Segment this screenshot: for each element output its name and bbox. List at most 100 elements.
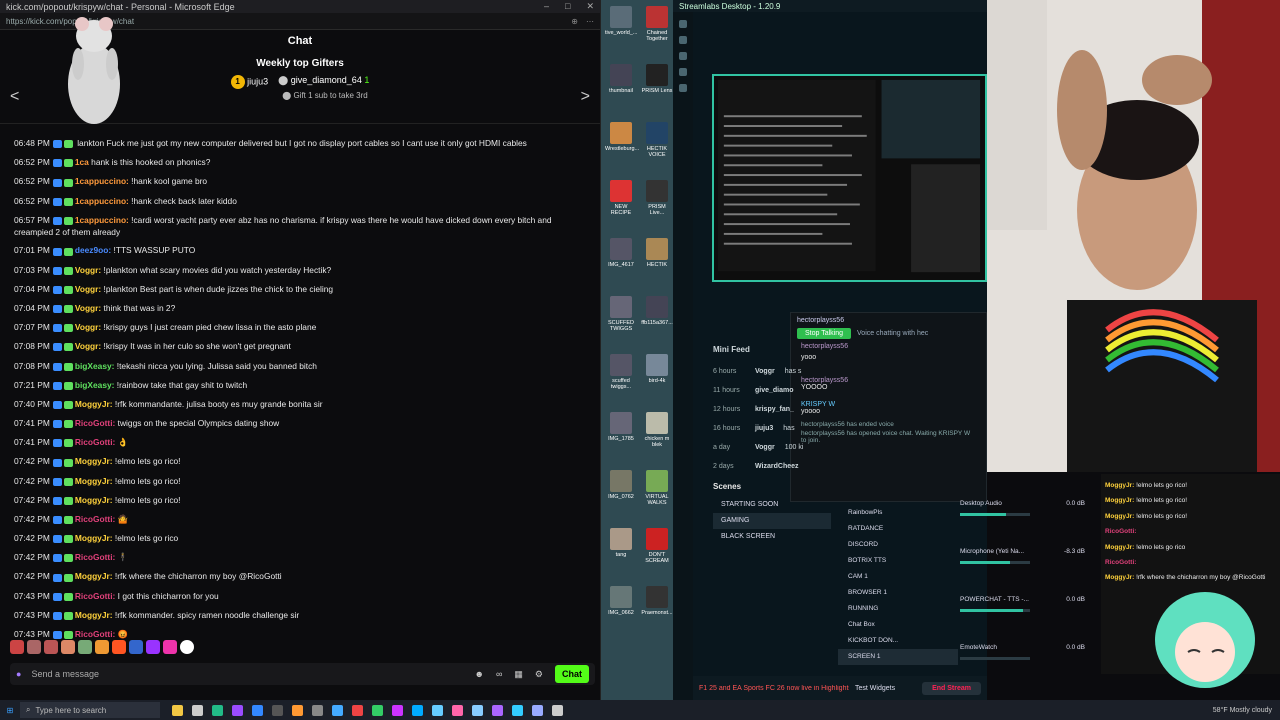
carousel-next-icon[interactable]: > bbox=[581, 88, 590, 106]
app-12-icon[interactable] bbox=[392, 704, 403, 716]
message-username[interactable]: MoggyJr: bbox=[75, 476, 113, 486]
app-17-icon[interactable] bbox=[492, 704, 503, 716]
emoji-icon[interactable]: ☻ bbox=[475, 669, 484, 679]
gifter-2[interactable]: ⬤ give_diamond_64 1 bbox=[278, 75, 369, 89]
message-username[interactable]: RicoGotti: bbox=[75, 437, 115, 447]
chat-message[interactable]: 07:41 PM RicoGotti: 👌 bbox=[14, 433, 601, 452]
app-8-icon[interactable] bbox=[312, 704, 323, 716]
feed-item[interactable]: a day Voggr 100 ki bbox=[713, 438, 988, 457]
message-username[interactable]: deez9oo: bbox=[75, 245, 111, 255]
source-item[interactable]: RUNNING bbox=[838, 601, 958, 617]
chat-message[interactable]: 06:52 PM 1ca hank is this hooked on phoni… bbox=[14, 153, 601, 172]
desktop-shortcut[interactable]: chicken m blek bbox=[641, 412, 673, 448]
volume-slider[interactable] bbox=[960, 561, 1030, 564]
chat-message[interactable]: 07:42 PM RicoGotti: 🤷 bbox=[14, 510, 601, 529]
chat-message[interactable]: 07:04 PM Voggr: !plankton Best part is wh… bbox=[14, 280, 601, 299]
emote-8-icon[interactable] bbox=[129, 640, 143, 654]
app-11-icon[interactable] bbox=[372, 704, 383, 716]
chat-message-list[interactable]: 06:48 PM lankton Fuck me just got my new… bbox=[0, 134, 601, 640]
message-username[interactable]: Voggr: bbox=[75, 322, 101, 332]
desktop-shortcut[interactable]: DON'T SCREAM bbox=[641, 528, 673, 564]
message-username[interactable]: bigXeasy: bbox=[75, 380, 115, 390]
source-item[interactable]: RATDANCE bbox=[838, 521, 958, 537]
emote-10-icon[interactable] bbox=[163, 640, 177, 654]
heart-icon[interactable] bbox=[180, 640, 194, 654]
feed-item[interactable]: 16 hours jiuju3 has bbox=[713, 419, 988, 438]
app-16-icon[interactable] bbox=[472, 704, 483, 716]
close-icon[interactable]: ✕ bbox=[586, 1, 594, 12]
chat-message[interactable]: 06:57 PM 1cappuccino: !cardi worst yacht … bbox=[14, 211, 584, 242]
message-username[interactable]: Voggr: bbox=[75, 341, 101, 351]
weather-text[interactable]: 58°F Mostly cloudy bbox=[1213, 707, 1272, 714]
desktop-shortcut[interactable]: Chained Together bbox=[641, 6, 673, 42]
scene-item[interactable]: STARTING SOON bbox=[713, 497, 831, 513]
editor-icon[interactable] bbox=[679, 20, 687, 28]
gifter-1[interactable]: 1 jiuju3 bbox=[230, 75, 268, 89]
source-item[interactable]: CAM 1 bbox=[838, 569, 958, 585]
emote-5-icon[interactable] bbox=[78, 640, 92, 654]
source-item[interactable]: BOTRIX TTS bbox=[838, 553, 958, 569]
message-username[interactable]: RicoGotti: bbox=[75, 629, 115, 639]
message-username[interactable]: bigXeasy: bbox=[75, 361, 115, 371]
chat-message[interactable]: 07:42 PM MoggyJr: !rfk where the chicharr… bbox=[14, 567, 601, 586]
stream-preview[interactable] bbox=[712, 74, 987, 282]
desktop-shortcut[interactable]: HECTIK VOICE bbox=[641, 122, 673, 158]
dashboard-icon[interactable] bbox=[679, 68, 687, 76]
chat-message[interactable]: 07:04 PM Voggr: think that was in 2? bbox=[14, 299, 601, 318]
desktop-shortcut[interactable]: SCUFFED TWIGGS bbox=[605, 296, 637, 332]
scene-item[interactable]: BLACK SCREEN bbox=[713, 529, 831, 545]
chat-message[interactable]: 07:07 PM Voggr: !krispy guys I just cream… bbox=[14, 318, 601, 337]
chat-message[interactable]: 07:42 PM MoggyJr: !elmo lets go rico! bbox=[14, 472, 601, 491]
scene-item[interactable]: GAMING bbox=[713, 513, 831, 529]
chat-message[interactable]: 07:42 PM MoggyJr: !elmo lets go rico! bbox=[14, 491, 601, 510]
app-20-icon[interactable] bbox=[552, 704, 563, 716]
emote-3-icon[interactable] bbox=[44, 640, 58, 654]
calendar-icon[interactable]: ▦ bbox=[514, 669, 523, 680]
desktop-shortcut[interactable]: PRISM Live... bbox=[641, 180, 673, 216]
message-username[interactable]: 1cappuccino: bbox=[75, 196, 129, 206]
windows-start-icon[interactable]: ⊞ bbox=[0, 706, 20, 715]
message-username[interactable]: MoggyJr: bbox=[75, 533, 113, 543]
feed-item[interactable]: 6 hours Voggr has s bbox=[713, 362, 988, 381]
gear-icon[interactable]: ⚙ bbox=[535, 669, 543, 680]
zoom-icon[interactable]: ⊕ bbox=[571, 17, 578, 26]
feed-item[interactable]: 12 hours krispy_fan_ bbox=[713, 400, 988, 419]
source-item[interactable]: Chat Box bbox=[838, 617, 958, 633]
app-9-icon[interactable] bbox=[332, 704, 343, 716]
chat-send-button[interactable]: Chat bbox=[555, 665, 589, 683]
kick-logo-icon[interactable]: ∞ bbox=[496, 669, 502, 679]
feed-item[interactable]: 11 hours give_diamo bbox=[713, 381, 988, 400]
emote-2-icon[interactable] bbox=[27, 640, 41, 654]
alertbox-icon[interactable] bbox=[679, 84, 687, 92]
chat-message[interactable]: 07:43 PM RicoGotti: I got this chicharron… bbox=[14, 587, 601, 606]
desktop-shortcut[interactable]: bird-4k bbox=[641, 354, 673, 384]
desktop-shortcut[interactable]: IMG_1785 bbox=[605, 412, 637, 442]
app-10-icon[interactable] bbox=[352, 704, 363, 716]
volume-slider[interactable] bbox=[960, 657, 1030, 660]
emote-4-icon[interactable] bbox=[61, 640, 75, 654]
message-username[interactable]: RicoGotti: bbox=[75, 552, 115, 562]
app-18-icon[interactable] bbox=[512, 704, 523, 716]
source-item[interactable]: DISCORD bbox=[838, 537, 958, 553]
chat-message[interactable]: 07:08 PM Voggr: !krispy It was in her cul… bbox=[14, 337, 601, 356]
desktop-shortcut[interactable]: NEW RECIPE bbox=[605, 180, 637, 216]
send-message-input[interactable]: Send a message bbox=[31, 669, 99, 679]
themes-icon[interactable] bbox=[679, 36, 687, 44]
maximize-icon[interactable]: □ bbox=[565, 1, 570, 12]
desktop-shortcut[interactable]: scuffed twiggs... bbox=[605, 354, 637, 390]
chat-message[interactable]: 06:52 PM 1cappuccino: !hank check back la… bbox=[14, 192, 601, 211]
source-item[interactable]: KICKBOT DON... bbox=[838, 633, 958, 649]
source-item[interactable]: RainbowPls bbox=[838, 505, 958, 521]
message-username[interactable]: MoggyJr: bbox=[75, 495, 113, 505]
chat-message[interactable]: 07:03 PM Voggr: !plankton what scary movi… bbox=[14, 261, 601, 280]
message-username[interactable]: RicoGotti: bbox=[75, 514, 115, 524]
taskbar-search-box[interactable]: ⌕ Type here to search bbox=[20, 702, 160, 718]
carousel-prev-icon[interactable]: < bbox=[10, 88, 19, 106]
stop-talking-button[interactable]: Stop Talking bbox=[797, 328, 852, 339]
message-input-row[interactable]: ● Send a message ☻ ∞ ▦ ⚙ Chat bbox=[10, 663, 595, 685]
app-13-icon[interactable] bbox=[412, 704, 423, 716]
emote-9-icon[interactable] bbox=[146, 640, 160, 654]
chat-message[interactable]: 07:21 PM bigXeasy: !rainbow take that gay… bbox=[14, 376, 601, 395]
microphone-icon[interactable]: ● bbox=[16, 669, 21, 679]
message-username[interactable]: MoggyJr: bbox=[75, 456, 113, 466]
